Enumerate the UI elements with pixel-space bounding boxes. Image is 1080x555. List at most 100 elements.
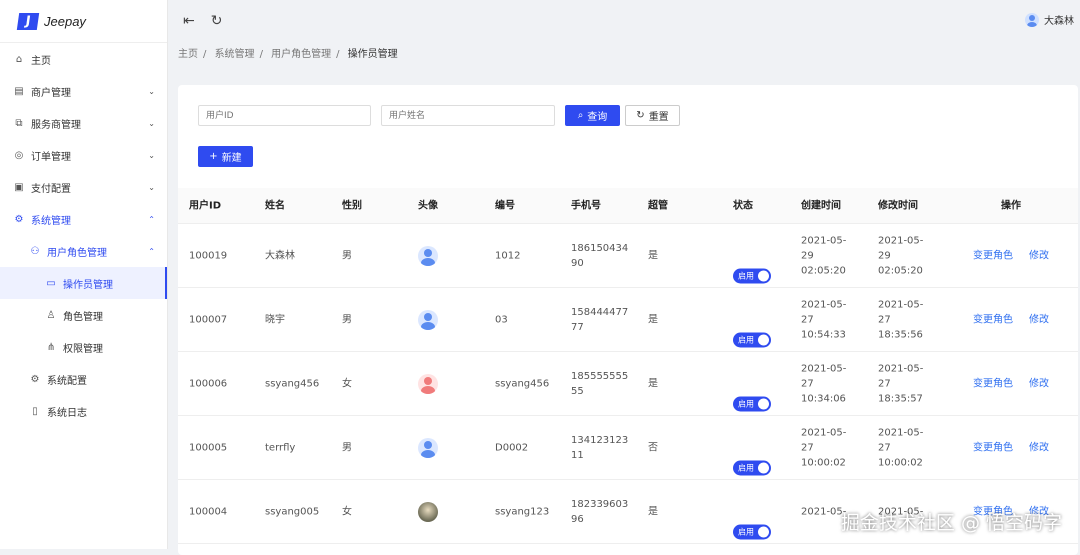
sidebar-item-label: 用户角色管理 xyxy=(47,247,107,259)
refresh-icon[interactable]: ↻ xyxy=(211,13,223,29)
sidebar-item-label: 系统配置 xyxy=(47,375,87,387)
cell-id: 100019 xyxy=(189,250,228,261)
cell-code: 1012 xyxy=(495,250,521,261)
top-header: ⇤ ↻ 大森林 xyxy=(169,0,1080,42)
sidebar-item[interactable]: ▭ 操作员管理 xyxy=(0,267,167,299)
reset-icon: ↻ xyxy=(636,110,645,121)
cell-id: 100004 xyxy=(189,506,228,517)
query-button[interactable]: ⌕ 查询 xyxy=(565,105,620,126)
sidebar-item[interactable]: ▯ 系统日志 xyxy=(0,395,167,427)
sidebar-item[interactable]: ▤ 商户管理 ⌄ xyxy=(0,75,167,107)
store-icon: ▤ xyxy=(14,85,24,97)
status-toggle[interactable]: 启用 xyxy=(733,268,771,283)
cell-gender: 男 xyxy=(342,314,352,325)
table-header: 用户ID 姓名 性别 头像 编号 手机号 超管 状态 创建时间 修改时间 操作 xyxy=(178,188,1078,224)
status-label: 启用 xyxy=(738,463,754,472)
edit-link[interactable]: 修改 xyxy=(1029,376,1049,391)
cell-updated: 2021-05-29 02:05:20 xyxy=(878,235,924,276)
sidebar: J Jeepay ⌂ 主页 ▤ 商户管理 ⌄ ⧉ 服务商管理 ⌄ ◎ 订单管理 ⌄ ▣ 支付配置 ⌄ ⚙ 系统… xyxy=(0,0,168,549)
breadcrumb-item[interactable]: 主页 xyxy=(178,49,198,60)
cell-name: ssyang005 xyxy=(265,506,320,517)
column-header: 操作 xyxy=(1001,200,1021,211)
content-card: ⌕查询 ↻重置 +新建 用户ID 姓名 性别 头像 编号 手机号 超管 状态 创建时间 修改时间 操… xyxy=(178,85,1078,555)
cell-id: 100006 xyxy=(189,378,228,389)
chevron-icon: ⌄ xyxy=(148,118,155,128)
user-id-input[interactable] xyxy=(198,105,371,126)
sidebar-item-label: 商户管理 xyxy=(31,87,71,99)
status-label: 启用 xyxy=(738,335,754,344)
sidebar-item[interactable]: ⚙ 系统管理 ⌃ xyxy=(0,203,167,235)
cell-updated: 2021-05-27 10:00:02 xyxy=(878,427,924,468)
logo[interactable]: J Jeepay xyxy=(0,0,167,43)
reset-button[interactable]: ↻ 重置 xyxy=(625,105,680,126)
sidebar-item[interactable]: ♙ 角色管理 xyxy=(0,299,167,331)
breadcrumb-item[interactable]: 系统管理 xyxy=(215,49,255,60)
user-avatar xyxy=(418,245,438,266)
sidebar-item-label: 操作员管理 xyxy=(63,279,113,291)
sidebar-item[interactable]: ◎ 订单管理 ⌄ xyxy=(0,139,167,171)
sidebar-item[interactable]: ▣ 支付配置 ⌄ xyxy=(0,171,167,203)
cell-id: 100005 xyxy=(189,442,228,453)
search-icon: ⌕ xyxy=(577,110,584,121)
sidebar-item-label: 权限管理 xyxy=(63,343,103,355)
column-header: 创建时间 xyxy=(801,200,841,211)
status-toggle[interactable]: 启用 xyxy=(733,524,771,539)
column-header: 修改时间 xyxy=(878,200,918,211)
sidebar-item[interactable]: ⧉ 服务商管理 ⌄ xyxy=(0,107,167,139)
cell-phone: 18233960396 xyxy=(571,498,629,525)
table-row: 100005 terrfly 男 D0002 13412312311 否 启用 … xyxy=(178,416,1078,480)
breadcrumb-item[interactable]: 用户角色管理 xyxy=(271,49,331,60)
watermark: 掘金技术社区 @ 悟空码字 xyxy=(840,512,1062,534)
edit-link[interactable]: 修改 xyxy=(1029,248,1049,263)
change-role-link[interactable]: 变更角色 xyxy=(973,440,1013,455)
sidebar-item-label: 角色管理 xyxy=(63,311,103,323)
status-toggle[interactable]: 启用 xyxy=(733,460,771,475)
change-role-link[interactable]: 变更角色 xyxy=(973,312,1013,327)
status-toggle[interactable]: 启用 xyxy=(733,332,771,347)
cell-phone: 18555555555 xyxy=(571,370,629,397)
new-button[interactable]: + 新建 xyxy=(198,146,253,167)
column-header: 手机号 xyxy=(571,200,601,211)
cell-admin: 是 xyxy=(648,378,658,389)
home-icon: ⌂ xyxy=(15,53,23,65)
sidebar-item[interactable]: ⚙ 系统配置 xyxy=(0,363,167,395)
sidebar-item-label: 系统日志 xyxy=(47,407,87,419)
sidebar-item[interactable]: ⚇ 用户角色管理 ⌃ xyxy=(0,235,167,267)
sidebar-item-label: 系统管理 xyxy=(31,215,71,227)
table-row: 100006 ssyang456 女 ssyang456 18555555555… xyxy=(178,352,1078,416)
cell-admin: 否 xyxy=(648,442,658,453)
cell-phone: 18615043490 xyxy=(571,242,629,269)
edit-link[interactable]: 修改 xyxy=(1029,440,1049,455)
user-avatar xyxy=(418,309,438,330)
cell-created: 2021-05-27 10:00:02 xyxy=(801,427,847,468)
logo-icon: J xyxy=(16,12,40,30)
menu-fold-icon[interactable]: ⇤ xyxy=(183,13,195,29)
sidebar-item-label: 支付配置 xyxy=(31,183,71,195)
user-menu[interactable]: 大森林 xyxy=(1025,12,1074,27)
avatar xyxy=(1025,12,1039,27)
chevron-icon: ⌃ xyxy=(148,246,155,256)
breadcrumb-current: 操作员管理 xyxy=(347,49,398,60)
reset-label: 重置 xyxy=(648,112,669,123)
chevron-icon: ⌄ xyxy=(148,86,155,96)
chevron-icon: ⌃ xyxy=(148,214,155,224)
partner-icon: ⧉ xyxy=(15,117,23,129)
edit-link[interactable]: 修改 xyxy=(1029,312,1049,327)
config-icon: ⚙ xyxy=(30,373,40,385)
column-header: 超管 xyxy=(648,200,668,211)
query-label: 查询 xyxy=(587,112,608,123)
breadcrumb: 主页 / 系统管理 / 用户角色管理 / 操作员管理 xyxy=(178,49,398,60)
sidebar-item-label: 服务商管理 xyxy=(31,119,81,131)
change-role-link[interactable]: 变更角色 xyxy=(973,376,1013,391)
tree-icon: ⋔ xyxy=(46,341,56,353)
change-role-link[interactable]: 变更角色 xyxy=(973,248,1013,263)
sidebar-item-label: 主页 xyxy=(31,55,51,67)
table-row: 100007 晓宇 男 03 15844447777 是 启用 2021-05-… xyxy=(178,288,1078,352)
sidebar-item[interactable]: ⋔ 权限管理 xyxy=(0,331,167,363)
status-toggle[interactable]: 启用 xyxy=(733,396,771,411)
column-header: 性别 xyxy=(342,200,362,211)
pay-config-icon: ▣ xyxy=(14,181,24,193)
sidebar-item[interactable]: ⌂ 主页 xyxy=(0,43,167,75)
cell-updated: 2021-05-27 18:35:57 xyxy=(878,363,924,404)
user-name-input[interactable] xyxy=(381,105,555,126)
